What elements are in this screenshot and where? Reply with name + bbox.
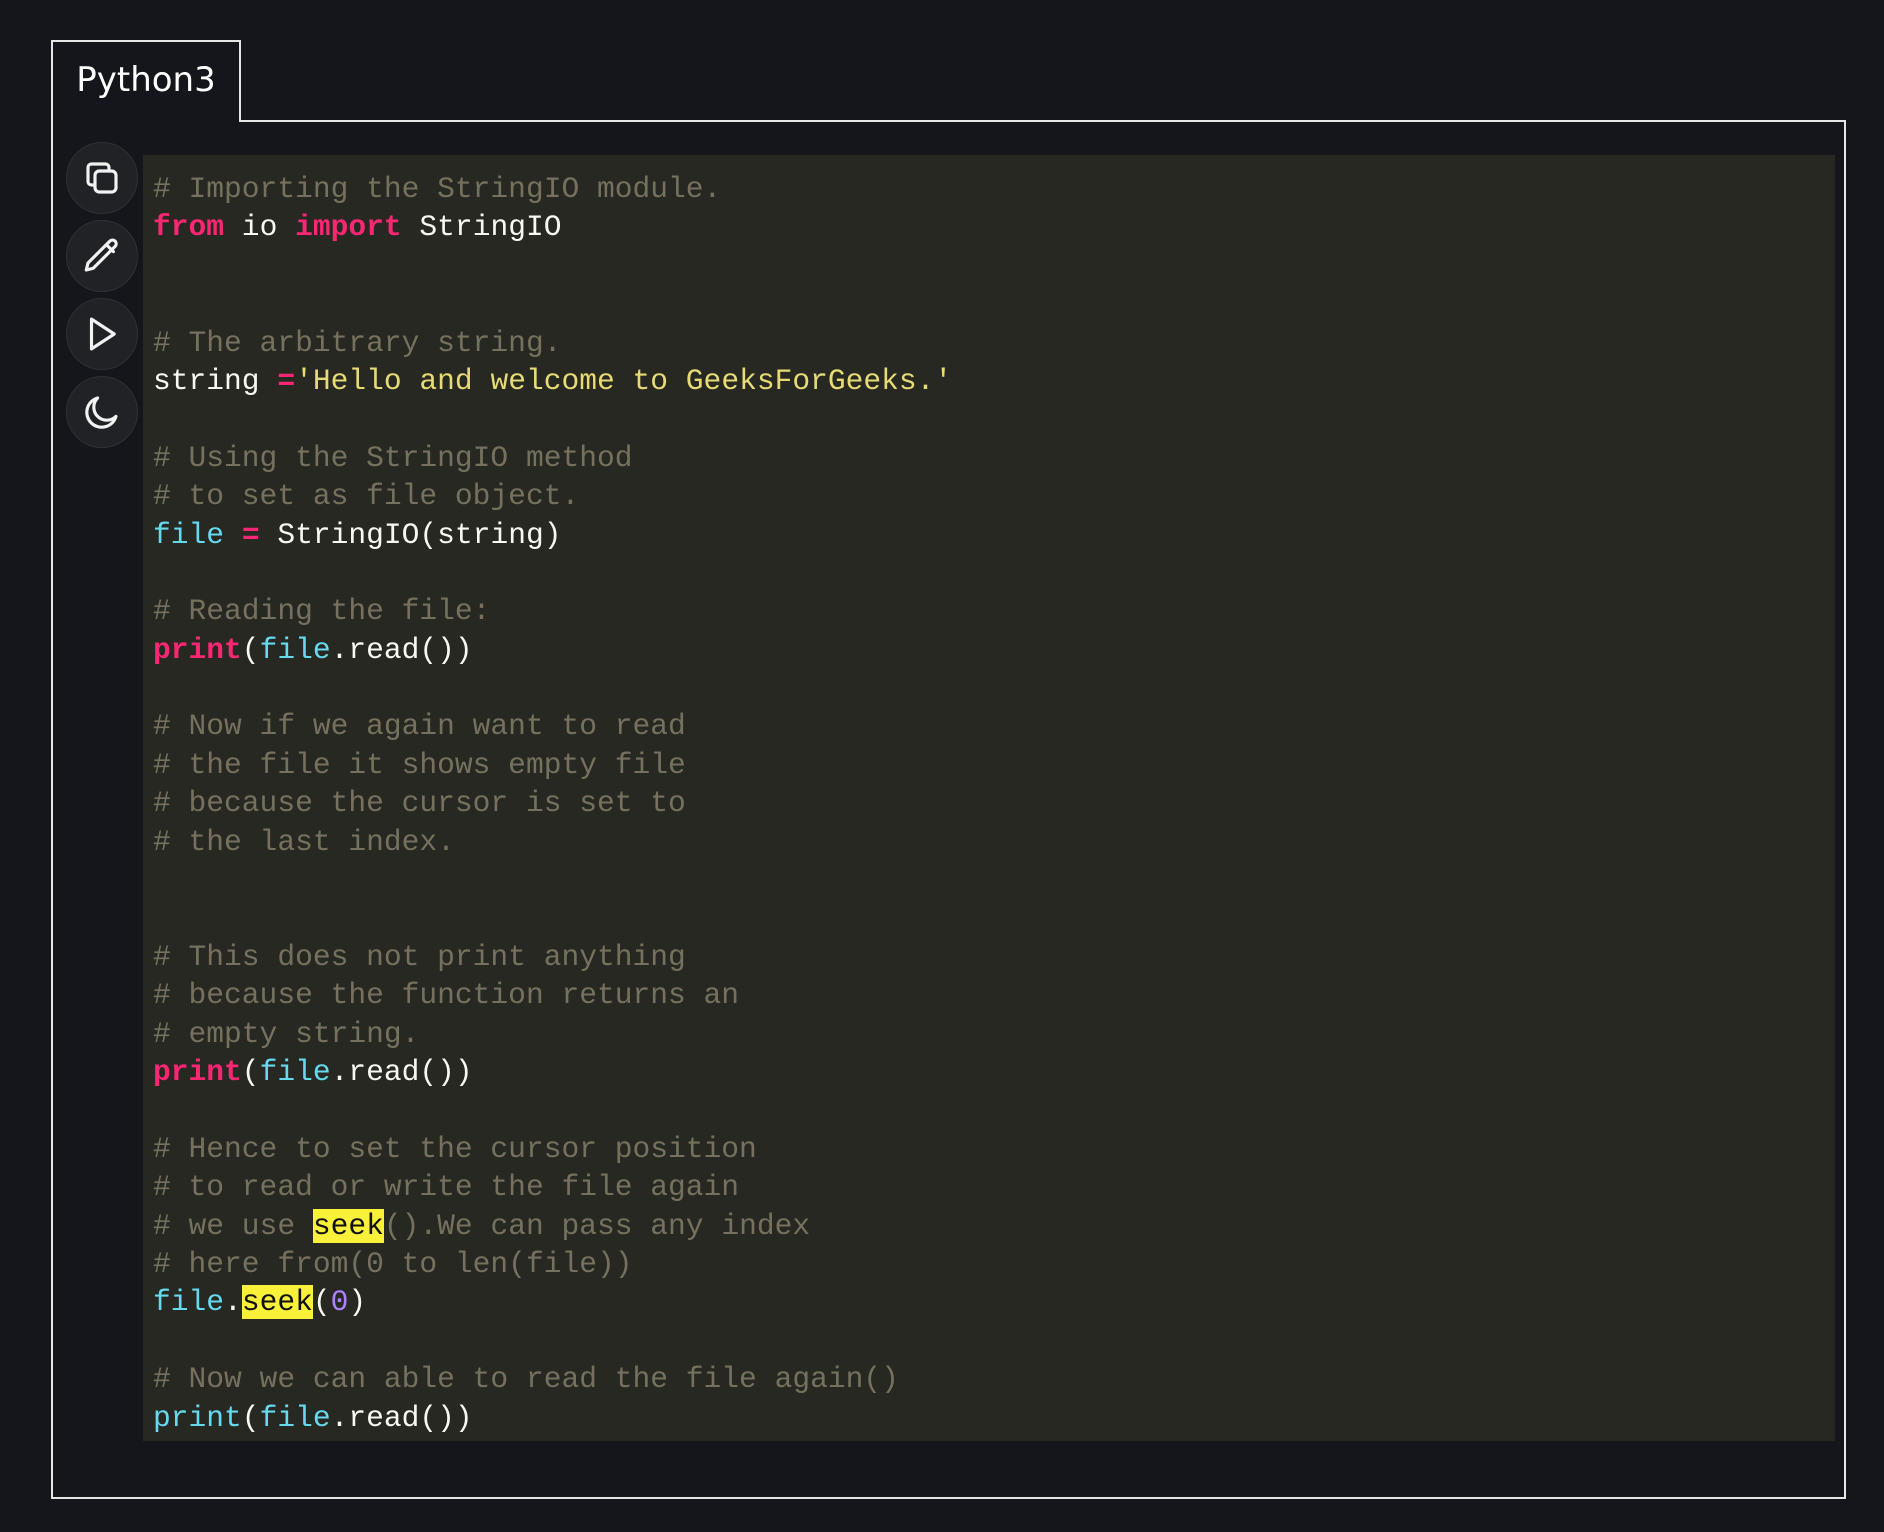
code-line: # Using the StringIO method: [153, 439, 1835, 477]
code-line: # This does not print anything: [153, 938, 1835, 976]
code-comment: # Reading the file:: [153, 594, 491, 629]
run-button[interactable]: [66, 298, 138, 370]
code-search-highlight: seek: [241, 1285, 313, 1320]
code-toolbar: [66, 142, 140, 454]
code-line: # here from(0 to len(file)): [153, 1245, 1835, 1283]
code-line: # Hence to set the cursor position: [153, 1130, 1835, 1168]
code-identifier: file: [153, 517, 225, 552]
code-comment: # to read or write the file again: [153, 1170, 740, 1205]
code-string: 'Hello and welcome to GeeksForGeeks.': [295, 363, 953, 398]
code-comment: # Importing the StringIO module.: [153, 172, 722, 206]
code-comment: # Now if we again want to read: [153, 709, 686, 744]
code-line: # The arbitrary string.: [153, 324, 1835, 362]
code-comment: # here from(0 to len(file)): [153, 1246, 633, 1281]
code-comment: # to set as file object.: [153, 479, 580, 514]
pencil-icon: [84, 238, 118, 272]
code-line: print(file.read()): [153, 1399, 1835, 1437]
code-text: .read()): [330, 632, 473, 667]
copy-button[interactable]: [66, 142, 138, 214]
code-line: # to read or write the file again: [153, 1168, 1835, 1206]
moon-icon: [85, 396, 118, 429]
code-text: .read()): [330, 1054, 473, 1089]
code-line: # empty string.: [153, 1015, 1835, 1053]
tab-python3[interactable]: Python3: [51, 40, 241, 122]
code-line: print(file.read()): [153, 631, 1835, 669]
code-keyword: print: [153, 1054, 242, 1089]
code-keyword: from: [153, 210, 225, 245]
code-comment: ().We can pass any index: [383, 1208, 811, 1243]
edit-button[interactable]: [66, 220, 138, 292]
code-line: # we use seek().We can pass any index: [153, 1207, 1835, 1245]
code-number: 0: [330, 1285, 349, 1320]
code-line: # the file it shows empty file: [153, 746, 1835, 784]
code-operator: =: [277, 363, 296, 398]
code-comment: # because the function returns an: [153, 978, 740, 1013]
code-line: from io import StringIO: [153, 208, 1835, 246]
code-editor[interactable]: # Importing the StringIO module. from io …: [143, 155, 1835, 1441]
code-comment: # This does not print anything: [153, 939, 686, 974]
code-identifier: file: [153, 1285, 225, 1320]
code-keyword: print: [153, 632, 242, 667]
code-comment: # Using the StringIO method: [153, 440, 633, 475]
code-line: # because the function returns an: [153, 976, 1835, 1014]
code-identifier: file: [259, 1054, 331, 1089]
play-icon: [89, 317, 116, 351]
code-line: # Now if we again want to read: [153, 707, 1835, 745]
code-text: (: [241, 632, 260, 667]
code-line: # Reading the file:: [153, 592, 1835, 630]
copy-icon: [86, 162, 118, 194]
code-comment: # the file it shows empty file: [153, 747, 686, 782]
code-comment: # The arbitrary string.: [153, 325, 562, 360]
code-line: file.seek(0): [153, 1283, 1835, 1321]
theme-toggle-button[interactable]: [66, 376, 138, 448]
code-operator: =: [241, 517, 260, 552]
code-text: (: [241, 1400, 260, 1435]
code-text: .read()): [330, 1400, 473, 1435]
code-comment: # Hence to set the cursor position: [153, 1131, 757, 1166]
code-text: (: [312, 1285, 331, 1320]
code-search-highlight: seek: [312, 1208, 384, 1243]
code-comment: # we use: [153, 1208, 313, 1243]
code-line: string ='Hello and welcome to GeeksForGe…: [153, 362, 1835, 400]
code-comment: # Now we can able to read the file again…: [153, 1362, 899, 1397]
code-line: # the last index.: [153, 823, 1835, 861]
code-text: (: [241, 1054, 260, 1089]
code-line: # Now we can able to read the file again…: [153, 1360, 1835, 1398]
code-line: file = StringIO(string): [153, 516, 1835, 554]
code-line: # to set as file object.: [153, 477, 1835, 515]
code-text: string: [153, 363, 278, 398]
code-line: # Importing the StringIO module.: [153, 170, 1835, 208]
code-comment: # because the cursor is set to: [153, 786, 686, 821]
code-line: print(file.read()): [153, 1053, 1835, 1091]
code-text: StringIO(string): [259, 517, 562, 552]
code-identifier: file: [259, 632, 331, 667]
code-comment: # empty string.: [153, 1016, 420, 1051]
code-keyword: import: [295, 210, 402, 245]
tab-label: Python3: [76, 60, 216, 100]
code-line: # because the cursor is set to: [153, 784, 1835, 822]
code-text: StringIO: [401, 210, 562, 245]
code-comment: # the last index.: [153, 824, 455, 859]
code-identifier: print: [153, 1400, 242, 1435]
code-text: ): [348, 1285, 367, 1320]
code-text: .: [224, 1285, 242, 1320]
code-identifier: file: [259, 1400, 331, 1435]
code-text: io: [224, 210, 296, 245]
